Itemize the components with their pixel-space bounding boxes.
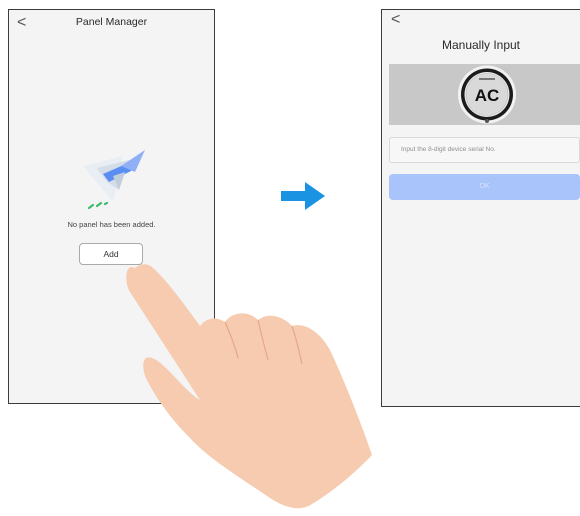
add-button[interactable]: Add	[79, 243, 143, 265]
page-title: Manually Input	[441, 38, 521, 52]
manual-input-screen: < Manually Input AC Input the 8-digit de…	[381, 9, 580, 407]
round-panel-device: AC	[458, 65, 516, 124]
device-image-banner: AC	[389, 64, 580, 125]
back-button[interactable]: <	[391, 12, 400, 28]
panel-manager-screen: < Panel Manager No panel has been added.…	[8, 9, 215, 404]
paper-plane-icon	[83, 150, 145, 210]
page-title: Panel Manager	[75, 16, 148, 28]
arrow-right-icon	[281, 182, 325, 210]
device-display-text: AC	[475, 86, 500, 105]
serial-number-input[interactable]: Input the 8-digit device serial No.	[389, 137, 580, 163]
empty-state-message: No panel has been added.	[67, 220, 156, 229]
ok-button[interactable]: OK	[389, 174, 580, 200]
